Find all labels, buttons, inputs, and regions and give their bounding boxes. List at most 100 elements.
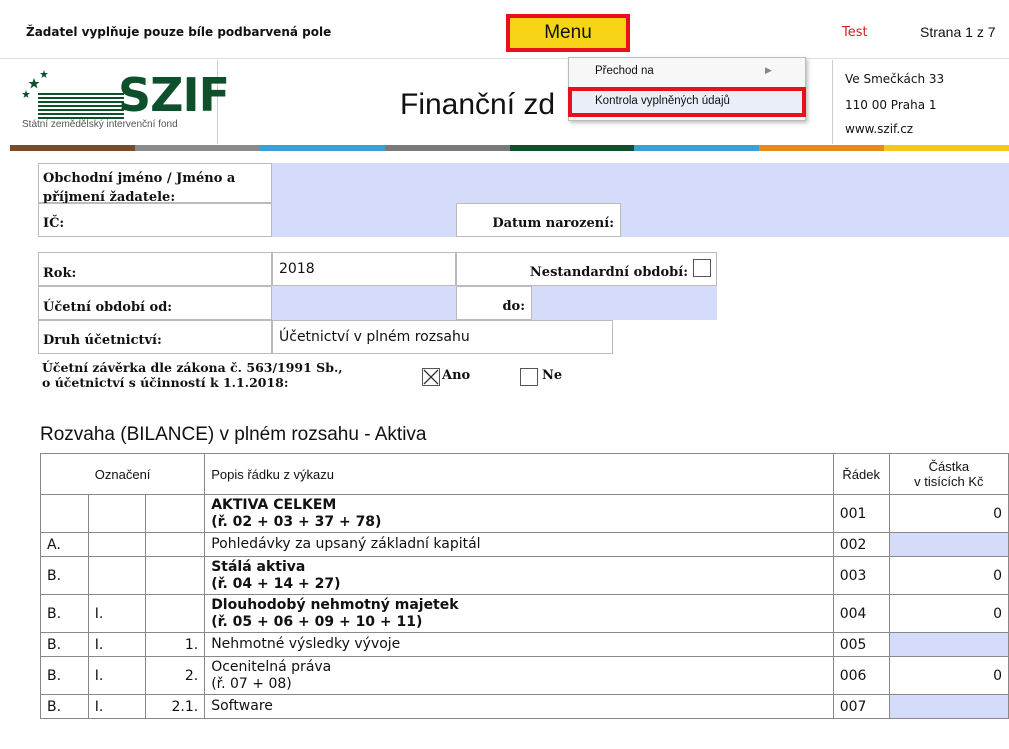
address-line: 110 00 Praha 1 [845, 98, 937, 112]
header-row: Řádek [832, 453, 890, 495]
row-number: 004 [832, 594, 890, 633]
header-amount: Částka v tisících Kč [888, 453, 1009, 495]
header-amount-line1: Částka [928, 459, 970, 474]
row-number: 007 [832, 694, 890, 719]
period-from-label: Účetní období od: [43, 300, 173, 315]
logo-subtitle: Státní zemědělský intervenční fond [22, 119, 178, 130]
row-description-text: Stálá aktiva [211, 558, 306, 575]
fill-notice: Žadatel vyplňuje pouze bíle podbarvená p… [26, 25, 332, 39]
row-description-formula: (ř. 07 + 08) [211, 675, 292, 692]
row-code-1: B. [40, 632, 89, 657]
amount-input[interactable] [888, 632, 1009, 657]
address-line: Ve Smečkách 33 [845, 72, 945, 86]
table-row: B. I. 1. Nehmotné výsledky vývoje 005 [40, 632, 1009, 657]
row-code-3: 2. [145, 656, 206, 695]
ic-label: IČ: [43, 216, 65, 231]
row-code-1: B. [40, 594, 89, 633]
row-code-1: A. [40, 532, 89, 557]
color-stripe [10, 145, 1009, 151]
row-description: Nehmotné výsledky vývoje [204, 632, 834, 657]
applicant-name-input[interactable] [272, 163, 1009, 203]
accounting-type-label: Druh účetnictví: [43, 333, 162, 348]
ic-input[interactable] [272, 203, 456, 237]
row-code-1: B. [40, 556, 89, 595]
row-code-2: I. [87, 594, 147, 633]
period-to-label: do: [502, 299, 525, 314]
row-description: Stálá aktiva (ř. 04 + 14 + 27) [204, 556, 834, 595]
year-label: Rok: [43, 266, 77, 281]
row-code-2 [87, 532, 147, 557]
row-code-1 [40, 494, 89, 533]
nonstandard-period-label: Nestandardní období: [529, 265, 688, 280]
nonstandard-period-checkbox[interactable] [693, 259, 711, 277]
closing-yes-label: Ano [442, 368, 471, 383]
amount-value: 0 [888, 556, 1009, 595]
balance-table: Označení Popis řádku z výkazu Řádek Část… [39, 453, 1009, 719]
row-description: AKTIVA CELKEM (ř. 02 + 03 + 37 + 78) [204, 494, 834, 533]
row-number: 006 [832, 656, 890, 695]
stripe-segment [384, 145, 510, 151]
row-description-text: Dlouhodobý nehmotný majetek [211, 596, 459, 613]
year-value: 2018 [272, 252, 456, 286]
accounting-label-cell: Druh účetnictví: [38, 320, 272, 354]
address-line: www.szif.cz [845, 122, 914, 136]
row-description-text: Ocenitelná práva [211, 658, 332, 675]
accounting-type-value: Účetnictví v plném rozsahu [272, 320, 613, 354]
menu-item-goto[interactable]: Přechod na [595, 65, 654, 77]
table-row: AKTIVA CELKEM (ř. 02 + 03 + 37 + 78) 001 0 [40, 494, 1009, 533]
stripe-segment [259, 145, 385, 151]
amount-value: 0 [888, 494, 1009, 533]
row-code-2: I. [87, 694, 147, 719]
row-code-3 [145, 494, 206, 533]
period-to-input[interactable] [532, 286, 717, 320]
menu-dropdown: Přechod na ▶ Kontrola vyplněných údajů [568, 57, 806, 121]
row-number: 005 [832, 632, 890, 657]
birth-date-label: Datum narození: [492, 216, 614, 231]
row-code-3 [145, 532, 206, 557]
logo-text: SZIF [118, 68, 230, 122]
header-designation: Označení [39, 453, 206, 495]
test-label: Test [842, 25, 868, 40]
table-row: B. I. 2. Ocenitelná práva (ř. 07 + 08) 006 0 [40, 656, 1009, 695]
row-code-3: 2.1. [145, 694, 206, 719]
checkbox-cross-icon [423, 369, 439, 385]
closing-no-label: Ne [542, 368, 563, 383]
row-description-text: Software [211, 698, 273, 714]
closing-yes-checkbox[interactable] [422, 368, 440, 386]
row-description-formula: (ř. 02 + 03 + 37 + 78) [211, 513, 382, 530]
page-indicator: Strana 1 z 7 [920, 24, 996, 40]
applicant-name-label: Obchodní jméno / Jméno a příjmení žadate… [43, 171, 236, 205]
stripe-segment [134, 145, 260, 151]
table-row: B. I. Dlouhodobý nehmotný majetek (ř. 05 + … [40, 594, 1009, 633]
row-code-3 [145, 556, 206, 595]
closing-label-1: Účetní závěrka dle zákona č. 563/1991 Sb… [42, 360, 343, 375]
header-description: Popis řádku z výkazu [204, 453, 834, 495]
row-description: Pohledávky za upsaný základní kapitál [204, 532, 834, 557]
stripe-segment [759, 145, 885, 151]
row-code-3 [145, 594, 206, 633]
menu-button[interactable]: Menu [506, 14, 630, 52]
row-code-3: 1. [145, 632, 206, 657]
menu-item-check-data[interactable]: Kontrola vyplněných údajů [568, 87, 806, 117]
row-description: Dlouhodobý nehmotný majetek (ř. 05 + 06 +… [204, 594, 834, 633]
birth-date-input[interactable] [621, 203, 1009, 237]
row-description-text: Nehmotné výsledky vývoje [211, 636, 401, 652]
amount-value: 0 [888, 594, 1009, 633]
ic-label-cell: IČ: [38, 203, 272, 237]
closing-no-checkbox[interactable] [520, 368, 538, 386]
period-from-input[interactable] [272, 286, 456, 320]
year-label-cell: Rok: [38, 252, 272, 286]
stripe-segment [509, 145, 635, 151]
row-number: 001 [832, 494, 890, 533]
submenu-arrow-icon: ▶ [765, 65, 772, 75]
row-description-formula: (ř. 04 + 14 + 27) [211, 575, 341, 592]
row-code-2 [87, 556, 147, 595]
row-code-1: B. [40, 694, 89, 719]
row-code-2 [87, 494, 147, 533]
amount-input[interactable] [888, 694, 1009, 719]
row-number: 002 [832, 532, 890, 557]
applicant-name-label-cell: Obchodní jméno / Jméno a příjmení žadate… [38, 163, 272, 205]
amount-input[interactable] [888, 532, 1009, 557]
row-code-2: I. [87, 656, 147, 695]
logo-emblem-icon [22, 70, 124, 119]
